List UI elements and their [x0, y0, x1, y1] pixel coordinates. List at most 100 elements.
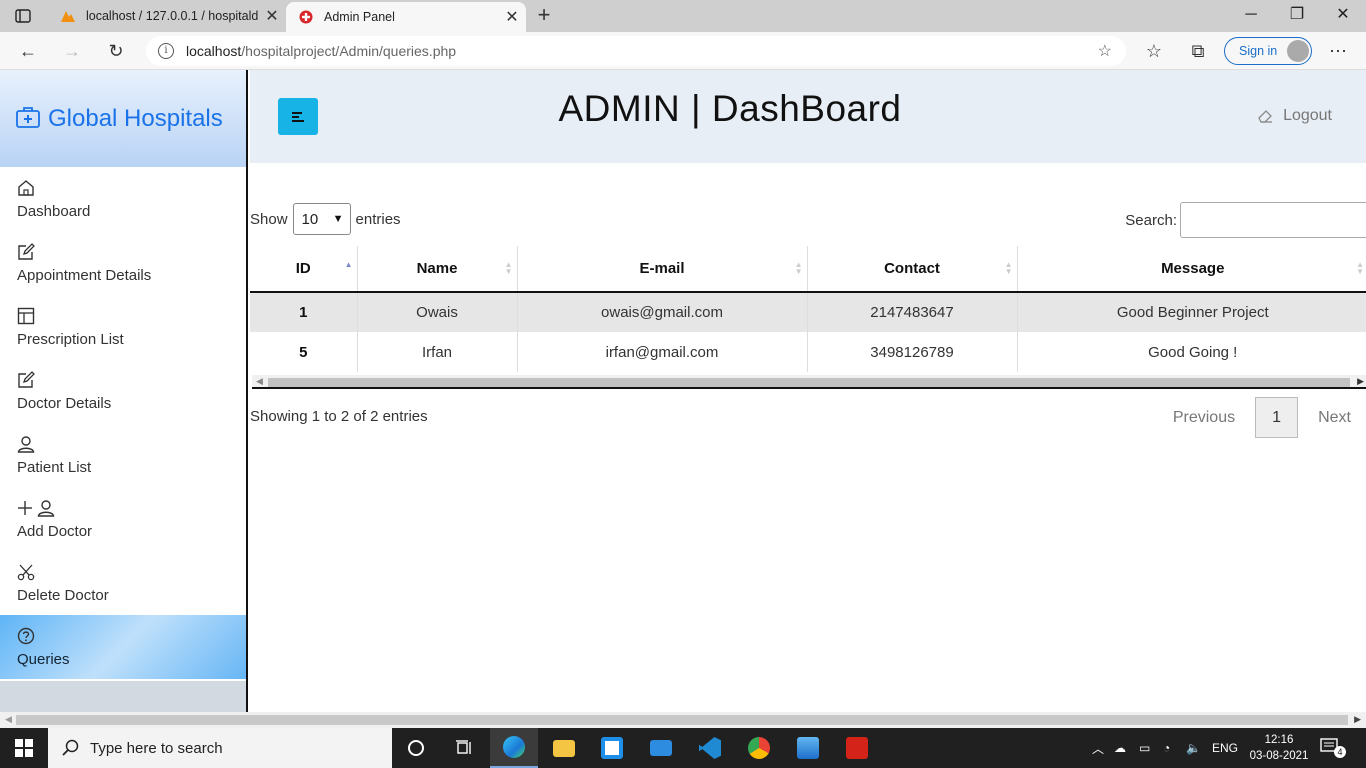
cell-contact: 2147483647 — [807, 292, 1018, 332]
scissors-icon — [17, 564, 35, 581]
scroll-left-icon[interactable]: ◀ — [256, 376, 263, 387]
entries-length-control: Show 10 ▼ entries — [250, 203, 401, 235]
sidebar-item-doctor-details[interactable]: Doctor Details — [0, 359, 246, 423]
user-icon — [17, 436, 35, 453]
wifi-icon[interactable]: ◔ — [1163, 728, 1170, 768]
sidebar-item-add-doctor[interactable]: Add Doctor — [0, 487, 246, 551]
column-header-message[interactable]: Message ▲ ▼ — [1017, 246, 1366, 293]
sidebar-item-label: Delete Doctor — [17, 587, 109, 604]
next-button[interactable]: Next — [1318, 409, 1351, 427]
avatar — [1287, 40, 1309, 62]
tab-admin-panel[interactable]: Admin Panel ✕ — [286, 2, 526, 32]
sort-icon: ▲ ▼ — [1356, 260, 1364, 276]
column-header-name[interactable]: Name ▲ ▼ — [357, 246, 518, 293]
table-row: 5 Irfan irfan@gmail.com 3498126789 Good … — [250, 332, 1366, 372]
sort-icon: ▲ ▼ — [1004, 260, 1013, 276]
vscode-icon[interactable] — [686, 728, 734, 768]
volume-icon[interactable]: 🔈 — [1186, 728, 1201, 768]
sidebar-item-prescription-list[interactable]: Prescription List — [0, 295, 246, 359]
eraser-icon — [1258, 110, 1273, 123]
network-error-icon[interactable]: ☁ — [1114, 728, 1126, 768]
notification-center-icon[interactable]: 4 — [1320, 737, 1346, 759]
store-icon[interactable] — [588, 728, 636, 768]
restore-icon[interactable]: ❐ — [1274, 4, 1320, 26]
sidebar-item-dashboard[interactable]: Dashboard — [0, 167, 246, 231]
help-circle-icon — [17, 627, 35, 645]
close-icon[interactable]: ✕ — [258, 6, 286, 26]
page-scrollbar[interactable]: ◀ ▶ — [0, 712, 1366, 728]
sidebar-item-label: Prescription List — [17, 331, 124, 348]
header: ADMIN | DashBoard Logout — [250, 70, 1366, 163]
minimize-icon[interactable]: ─ — [1228, 4, 1274, 26]
taskbar-search[interactable]: Type here to search — [48, 728, 392, 768]
sidebar-item-patient-list[interactable]: Patient List — [0, 423, 246, 487]
chrome-icon[interactable] — [735, 728, 783, 768]
mail-icon[interactable] — [637, 728, 685, 768]
show-label: Show — [250, 210, 288, 228]
phpmyadmin-icon — [60, 8, 76, 24]
search-label: Search: — [1125, 211, 1177, 229]
previous-button[interactable]: Previous — [1173, 409, 1235, 427]
photos-icon[interactable] — [784, 728, 832, 768]
add-favorite-icon[interactable]: ☆ — [1098, 41, 1112, 61]
scrollbar-thumb[interactable] — [16, 715, 1348, 725]
sign-in-button[interactable]: Sign in — [1224, 37, 1312, 65]
file-explorer-icon[interactable] — [540, 728, 588, 768]
logout-button[interactable]: Logout — [1257, 107, 1332, 125]
cell-contact: 3498126789 — [807, 332, 1018, 372]
sidebar-item-label: Queries — [17, 651, 70, 668]
language-indicator[interactable]: ENG — [1212, 728, 1238, 768]
scroll-right-icon[interactable]: ▶ — [1354, 714, 1361, 725]
scroll-left-icon[interactable]: ◀ — [5, 714, 12, 725]
date: 03-08-2021 — [1249, 750, 1309, 762]
pagination: Previous 1 Next — [1173, 397, 1366, 438]
sidebar-item-label: Doctor Details — [17, 395, 112, 412]
scrollbar-thumb[interactable] — [268, 378, 1350, 387]
more-menu-icon[interactable]: ⋯ — [1324, 38, 1352, 64]
tab-phpmyadmin[interactable]: localhost / 127.0.0.1 / hospitaldb ✕ — [48, 0, 286, 32]
favorites-icon[interactable]: ☆ — [1140, 38, 1168, 64]
search-input[interactable] — [1180, 202, 1366, 238]
collections-icon[interactable]: ⧉ — [1184, 38, 1212, 64]
brand[interactable]: Global Hospitals — [0, 70, 246, 167]
windows-logo-icon — [15, 739, 33, 757]
workspaces-icon[interactable] — [8, 5, 38, 27]
sidebar-item-appointment-details[interactable]: Appointment Details — [0, 231, 246, 295]
sidebar-item-label: Appointment Details — [17, 267, 152, 284]
refresh-icon[interactable]: ↻ — [102, 38, 130, 64]
table-info: Showing 1 to 2 of 2 entries — [250, 408, 428, 425]
cell-name: Irfan — [357, 332, 518, 372]
sign-in-label: Sign in — [1239, 44, 1278, 58]
brand-name: Global Hospitals — [48, 104, 223, 132]
clock[interactable]: 12:16 03-08-2021 — [1248, 732, 1310, 764]
start-button[interactable] — [0, 728, 48, 768]
page-1-button[interactable]: 1 — [1255, 397, 1299, 438]
battery-icon[interactable]: ▭ — [1139, 728, 1150, 768]
table-scrollbar[interactable]: ◀ ▶ — [252, 375, 1366, 389]
edge-taskbar-icon[interactable] — [490, 728, 538, 768]
scroll-right-icon[interactable]: ▶ — [1357, 376, 1364, 387]
admin-app: Global Hospitals Dashboard Appointment D… — [0, 70, 1366, 712]
forward-icon[interactable]: → — [58, 38, 86, 64]
acrobat-icon[interactable] — [833, 728, 881, 768]
chevron-down-icon: ▼ — [332, 213, 344, 225]
entries-select[interactable]: 10 ▼ — [292, 203, 351, 235]
sidebar-item-delete-doctor[interactable]: Delete Doctor — [0, 551, 246, 615]
cell-email: owais@gmail.com — [517, 292, 808, 332]
tab-title: Admin Panel — [324, 10, 395, 24]
new-tab-icon[interactable]: + — [532, 4, 556, 28]
address-toolbar: ← → ↻ i localhost/hospitalproject/Admin/… — [0, 32, 1366, 70]
task-view-icon[interactable] — [440, 728, 488, 768]
sidebar-item-queries[interactable]: Queries — [0, 615, 246, 679]
column-header-contact[interactable]: Contact ▲ ▼ — [807, 246, 1018, 293]
window-close-icon[interactable]: ✕ — [1320, 4, 1366, 26]
site-info-icon[interactable]: i — [158, 43, 174, 59]
address-bar[interactable]: i localhost/hospitalproject/Admin/querie… — [146, 36, 1126, 66]
cortana-icon[interactable] — [392, 728, 440, 768]
close-icon[interactable]: ✕ — [498, 7, 526, 27]
column-header-id[interactable]: ID ▲ — [250, 246, 358, 293]
back-icon[interactable]: ← — [14, 38, 42, 64]
cell-id: 5 — [250, 332, 358, 372]
column-header-email[interactable]: E-mail ▲ ▼ — [517, 246, 808, 293]
show-hidden-icons[interactable]: ︿ — [1092, 728, 1104, 768]
